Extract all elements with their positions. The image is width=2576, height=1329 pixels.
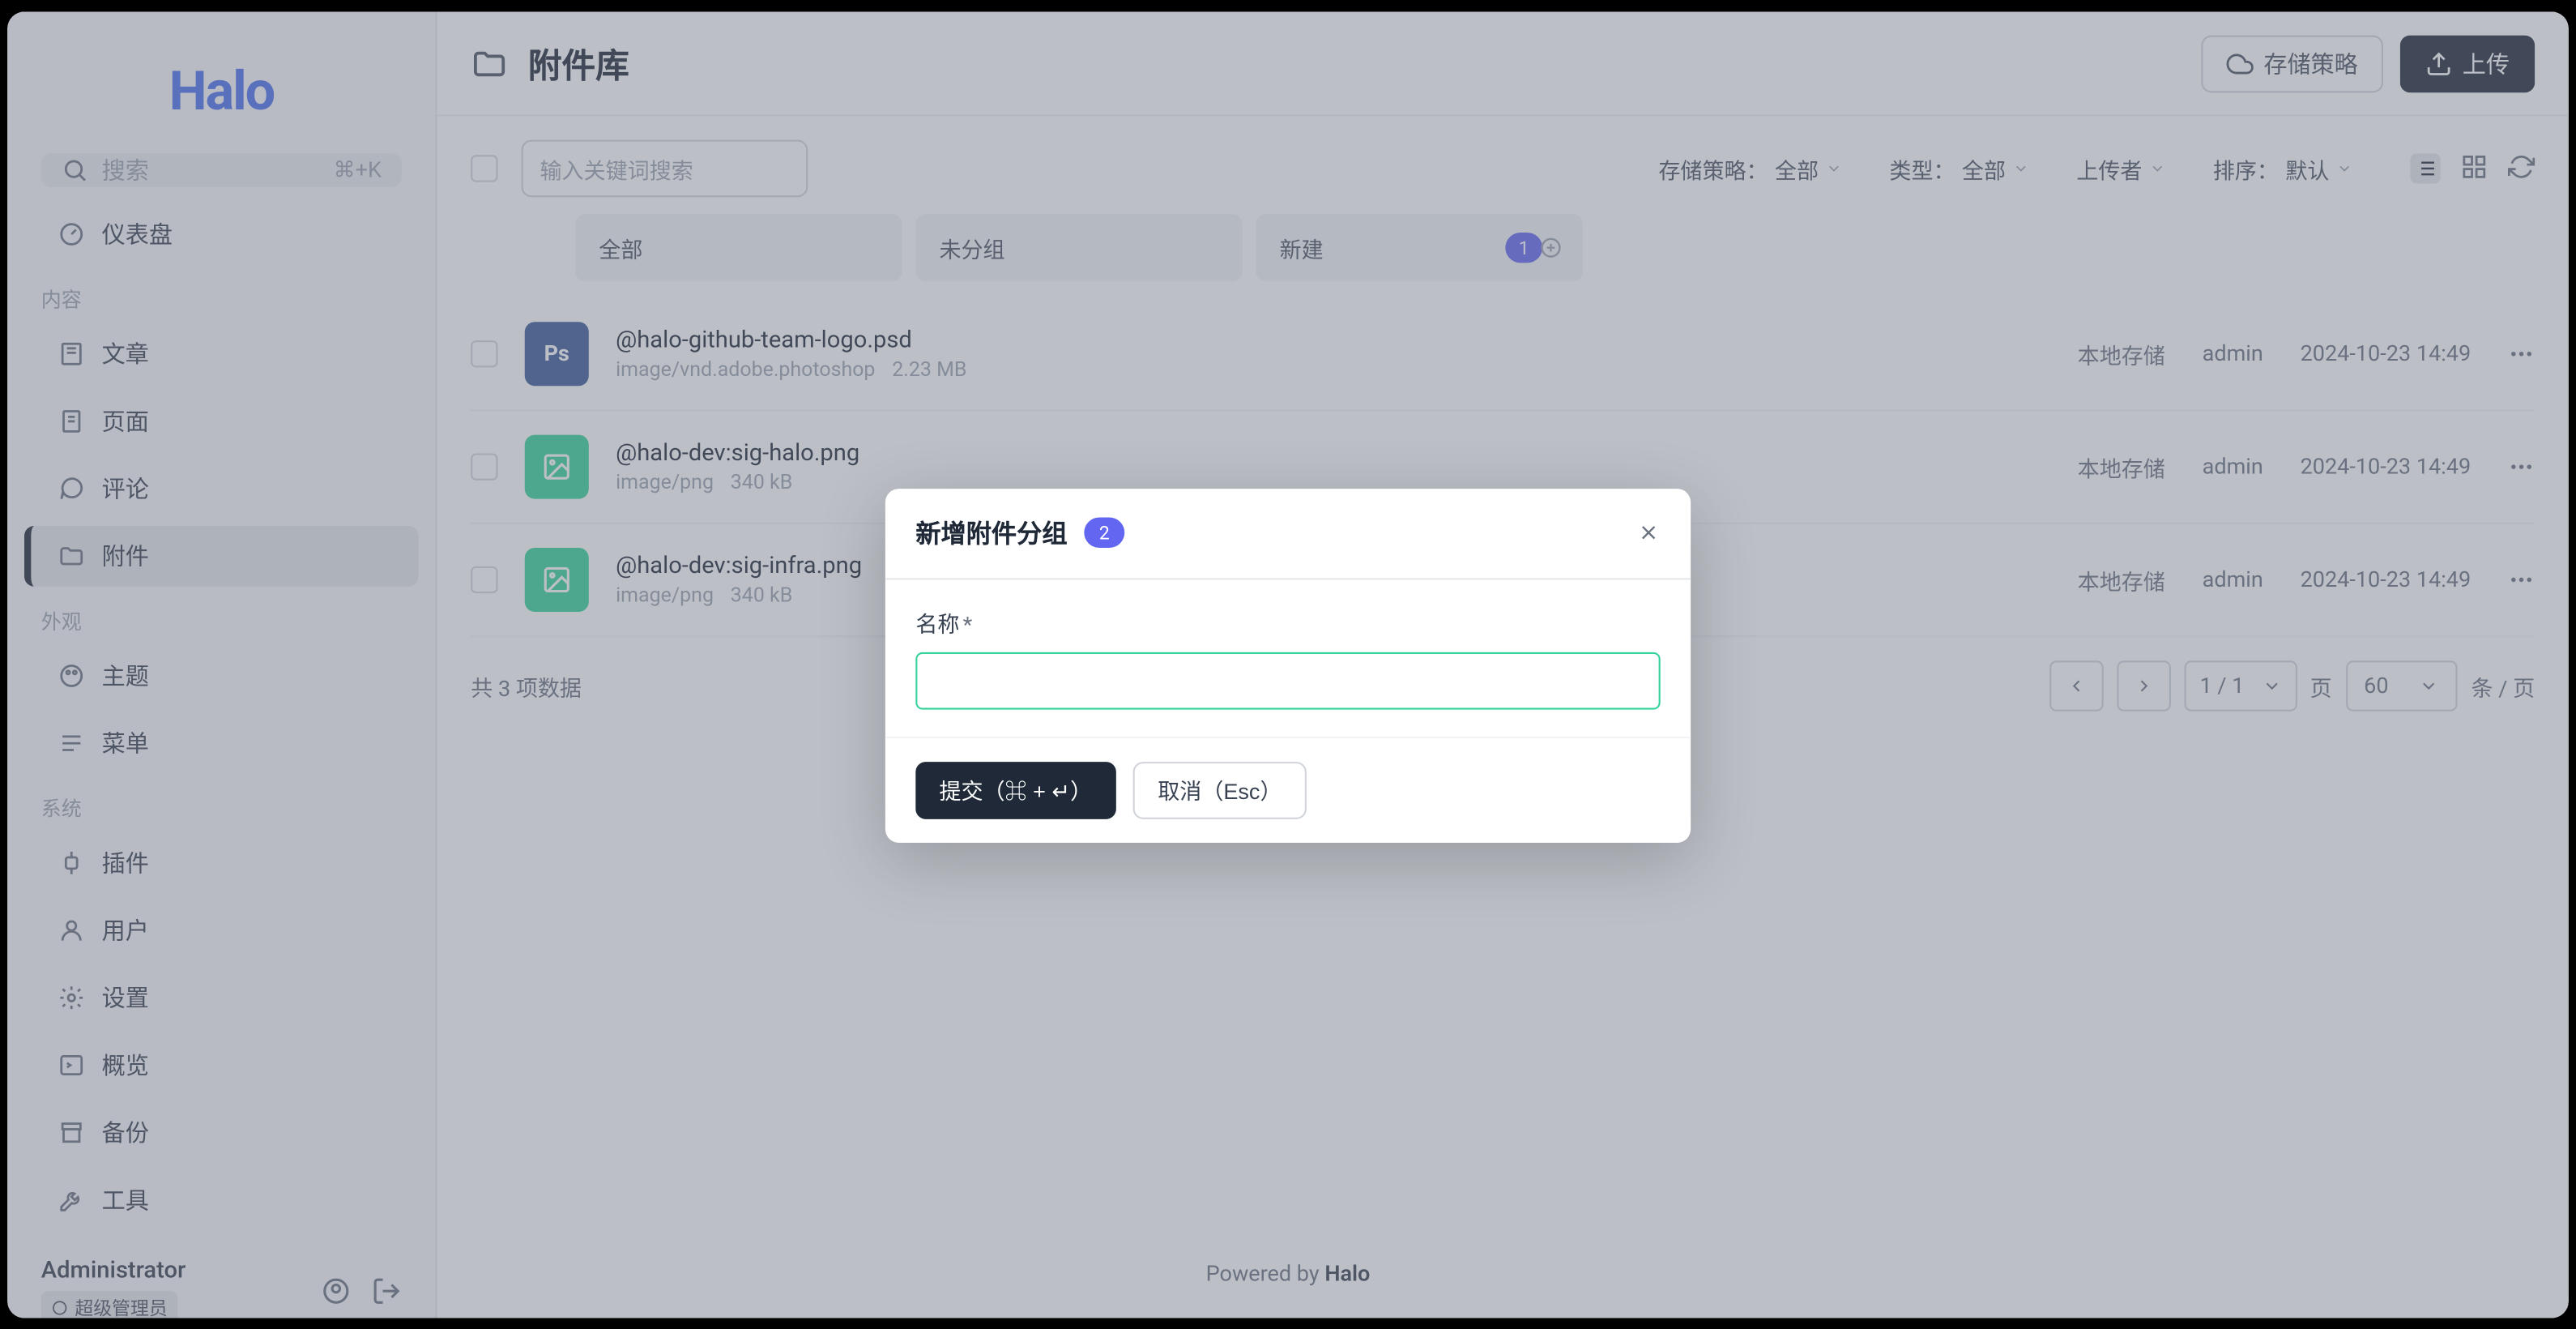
add-group-modal: 新增附件分组 2 名称* 提交（⌘ + ↵） 取消（Esc） xyxy=(885,488,1691,842)
button-label: 取消（Esc） xyxy=(1158,773,1282,806)
modal-title: 新增附件分组 xyxy=(915,515,1067,550)
submit-button[interactable]: 提交（⌘ + ↵） xyxy=(915,761,1115,818)
modal-overlay[interactable]: 新增附件分组 2 名称* 提交（⌘ + ↵） 取消（Esc） xyxy=(7,11,2569,1318)
close-icon[interactable] xyxy=(1637,520,1661,544)
modal-footer: 提交（⌘ + ↵） 取消（Esc） xyxy=(885,735,1691,841)
label-text: 名称 xyxy=(915,613,959,638)
name-input[interactable] xyxy=(915,651,1660,708)
modal-badge: 2 xyxy=(1084,517,1124,547)
name-field-label: 名称* xyxy=(915,605,1660,638)
modal-body: 名称* xyxy=(885,579,1691,735)
modal-header: 新增附件分组 2 xyxy=(885,488,1691,579)
cancel-button[interactable]: 取消（Esc） xyxy=(1132,761,1307,818)
button-label: 提交（⌘ + ↵） xyxy=(939,773,1092,806)
